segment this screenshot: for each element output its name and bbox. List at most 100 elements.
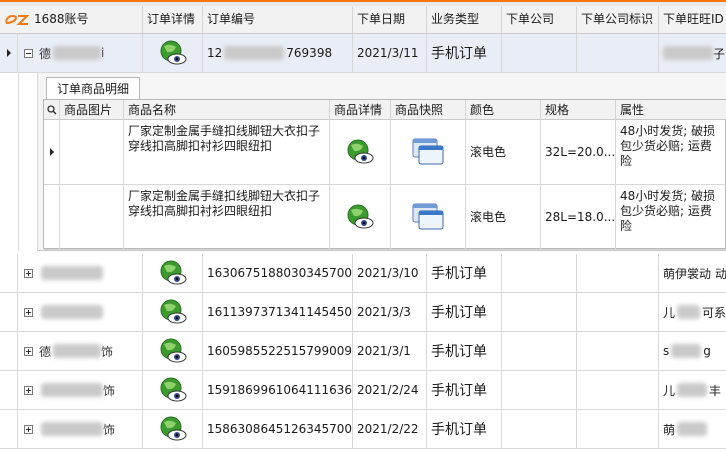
table-row[interactable]: 德饰 1605985522515799009 2021/3/1 手机订单 s g [0,332,726,371]
snapshot-windows-icon[interactable] [411,202,445,232]
col-account-header[interactable]: 1688账号 [0,6,143,33]
grid-header: 1688账号 订单详情 订单编号 下单日期 业务类型 下单公司 下单公司标识 下… [0,0,726,34]
col-item-snapshot-label: 商品快照 [395,103,444,117]
item-name-cell: 厂家定制金属手缝扣线脚钮大衣扣子穿线扣高脚扣衬衫四眼纽扣 [124,120,330,184]
col-item-snapshot-header[interactable]: 商品快照 [391,100,466,120]
table-row[interactable]: 饰 1586308645126345700 2021/2/22 手机订单 萌 [0,410,726,449]
item-spec-cell: 32L=20.0... [541,120,616,184]
col-biz-type-label: 业务类型 [431,12,480,26]
order-date-text: 2021/2/24 [357,383,419,397]
order-detail-cell[interactable] [143,34,203,72]
expand-icon[interactable] [24,385,33,395]
item-row[interactable]: 厂家定制金属手缝扣线脚钮大衣扣子穿线扣高脚扣衬衫四眼纽扣 滚电色 32L=20.… [44,120,726,185]
col-account-label: 1688账号 [34,12,89,26]
globe-eye-icon[interactable] [158,337,188,365]
order-no-suffix: 769398 [286,46,333,60]
expand-icon[interactable] [24,346,33,356]
order-date-cell: 2021/3/11 [353,34,427,72]
item-row[interactable]: 厂家定制金属手缝扣线脚钮大衣扣子穿线扣高脚扣衬衫四眼纽扣 滚电色 28L=18.… [44,185,726,250]
item-snapshot-cell[interactable] [391,185,466,249]
globe-eye-icon[interactable] [158,259,188,287]
company-id-cell [577,34,659,72]
col-item-attr-header[interactable]: 属性 [616,100,726,120]
collapse-icon[interactable] [24,48,33,58]
account-cell[interactable]: 德 i [18,34,143,72]
account-cell[interactable]: 饰 [18,410,143,448]
globe-eye-icon[interactable] [158,376,188,404]
globe-eye-icon[interactable] [158,39,188,67]
items-search-button[interactable] [44,100,60,120]
col-biz-type-header[interactable]: 业务类型 [427,6,502,33]
order-grid[interactable]: 1688账号 订单详情 订单编号 下单日期 业务类型 下单公司 下单公司标识 下… [0,0,726,453]
col-item-image-header[interactable]: 商品图片 [60,100,124,120]
order-date-cell: 2021/2/22 [353,410,427,448]
item-spec-text: 32L=20.0... [545,144,616,159]
col-company-header[interactable]: 下单公司 [502,6,577,33]
col-item-name-header[interactable]: 商品名称 [124,100,330,120]
item-image-cell [60,120,124,184]
wangwang-suffix: 子 [713,46,726,61]
biz-type-text: 手机订单 [431,422,487,438]
account-cell[interactable] [18,293,143,331]
item-spec-text: 28L=18.0... [545,209,616,224]
col-order-detail-header[interactable]: 订单详情 [143,6,203,33]
item-attr-cell: 48小时发货; 破损包少货必赔; 运费险 [616,120,726,184]
wangwang-suffix: 丰 [709,383,722,398]
row-indicator [0,293,18,331]
col-item-detail-header[interactable]: 商品详情 [330,100,391,120]
item-color-cell: 滚电色 [466,185,541,249]
table-row[interactable]: 1611397371341145450 2021/3/3 手机订单 儿 可系 [0,293,726,332]
col-order-date-label: 下单日期 [357,12,406,26]
globe-eye-icon[interactable] [345,138,375,166]
table-row[interactable]: 饰 1591869961064111636 2021/2/24 手机订单儿丰 [0,371,726,410]
wangwang-cell: 萌伊裳动动 [659,254,726,292]
order-detail-cell[interactable] [143,332,203,370]
redacted-text [677,383,708,397]
col-order-no-header[interactable]: 订单编号 [203,6,353,33]
order-no-text: 1591869961064111636 [207,383,353,397]
alibaba-logo-icon [5,14,30,25]
col-wangwang-label: 下单旺旺ID [663,12,724,26]
snapshot-windows-icon[interactable] [411,137,445,167]
col-item-spec-header[interactable]: 规格 [541,100,616,120]
expand-icon[interactable] [24,307,33,317]
item-color-cell: 滚电色 [466,120,541,184]
col-company-id-header[interactable]: 下单公司标识 [577,6,659,33]
order-no-text: 1586308645126345700 [207,422,353,436]
current-row-arrow-icon [49,148,54,156]
globe-eye-icon[interactable] [158,298,188,326]
redacted-text [677,422,708,436]
globe-eye-icon[interactable] [345,203,375,231]
item-image-cell [60,185,124,249]
globe-eye-icon[interactable] [158,415,188,443]
expand-icon[interactable] [24,268,33,278]
order-detail-cell[interactable] [143,410,203,448]
item-detail-cell[interactable] [330,120,391,184]
col-order-date-header[interactable]: 下单日期 [353,6,427,33]
tab-order-items[interactable]: 订单商品明细 [46,77,141,100]
wangwang-suffix: 动 [715,266,726,281]
company-cell [502,410,577,448]
expand-icon[interactable] [24,424,33,434]
order-detail-cell[interactable] [143,254,203,292]
account-suffix: 饰 [103,422,116,437]
col-wangwang-header[interactable]: 下单旺旺ID [659,6,726,33]
order-detail-cell[interactable] [143,371,203,409]
row-indicator [0,371,18,409]
table-row[interactable]: 1630675188030345700 2021/3/10 手机订单 萌伊裳动动 [0,254,726,293]
table-row-expanded[interactable]: 德 i 12 769398 2021/3/11 手机订单 子 [0,34,726,73]
items-grid-header: 商品图片 商品名称 商品详情 商品快照 颜色 规格 属性 [44,100,726,120]
order-items-grid[interactable]: 商品图片 商品名称 商品详情 商品快照 颜色 规格 属性 厂家定制金属手缝扣线脚… [43,99,726,250]
account-cell[interactable]: 饰 [18,371,143,409]
account-cell[interactable]: 德饰 [18,332,143,370]
redacted-text [41,422,103,436]
item-color-text: 滚电色 [470,144,507,159]
item-detail-cell[interactable] [330,185,391,249]
order-detail-cell[interactable] [143,293,203,331]
item-snapshot-cell[interactable] [391,120,466,184]
account-suffix: i [101,46,105,60]
account-cell[interactable] [18,254,143,292]
col-company-id-label: 下单公司标识 [581,12,654,26]
order-date-cell: 2021/3/3 [353,293,427,331]
col-item-color-header[interactable]: 颜色 [466,100,541,120]
